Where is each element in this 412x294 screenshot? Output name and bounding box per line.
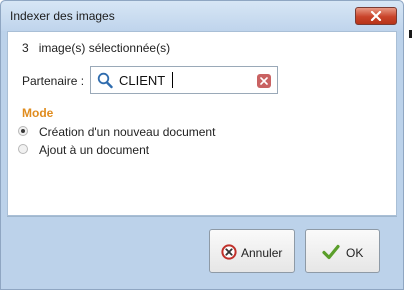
cancel-icon [221, 244, 237, 260]
clear-icon[interactable] [257, 74, 271, 88]
dialog-window: Indexer des images 3 image(s) sélectionn… [0, 0, 404, 290]
selection-text: image(s) sélectionnée(s) [38, 41, 171, 55]
footer-divider [7, 216, 397, 217]
partner-value: CLIENT [119, 73, 166, 88]
cancel-button-label: Annuler [241, 246, 283, 260]
mode-section-title: Mode [22, 106, 54, 120]
radio-label-new-document[interactable]: Création d'un nouveau document [39, 125, 215, 139]
dialog-content: 3 image(s) sélectionnée(s) Partenaire : … [7, 31, 397, 216]
radio-button-checked[interactable] [18, 126, 28, 136]
partner-label: Partenaire : [22, 74, 85, 88]
search-icon[interactable] [97, 72, 113, 89]
close-button[interactable] [355, 7, 397, 25]
window-title: Indexer des images [10, 9, 115, 23]
ok-button[interactable]: OK [305, 229, 380, 273]
close-icon [370, 11, 382, 21]
text-cursor [172, 72, 173, 88]
selection-summary: 3 image(s) sélectionnée(s) [22, 41, 170, 55]
radio-label-add-to-document[interactable]: Ajout à un document [39, 143, 149, 157]
cancel-button[interactable]: Annuler [209, 229, 295, 273]
ok-button-label: OK [346, 246, 364, 260]
selection-count: 3 [22, 41, 29, 55]
partner-search-input[interactable]: CLIENT [90, 66, 278, 94]
checkmark-icon [322, 244, 340, 260]
radio-button-unchecked[interactable] [18, 144, 28, 154]
title-bar[interactable]: Indexer des images [1, 1, 403, 31]
